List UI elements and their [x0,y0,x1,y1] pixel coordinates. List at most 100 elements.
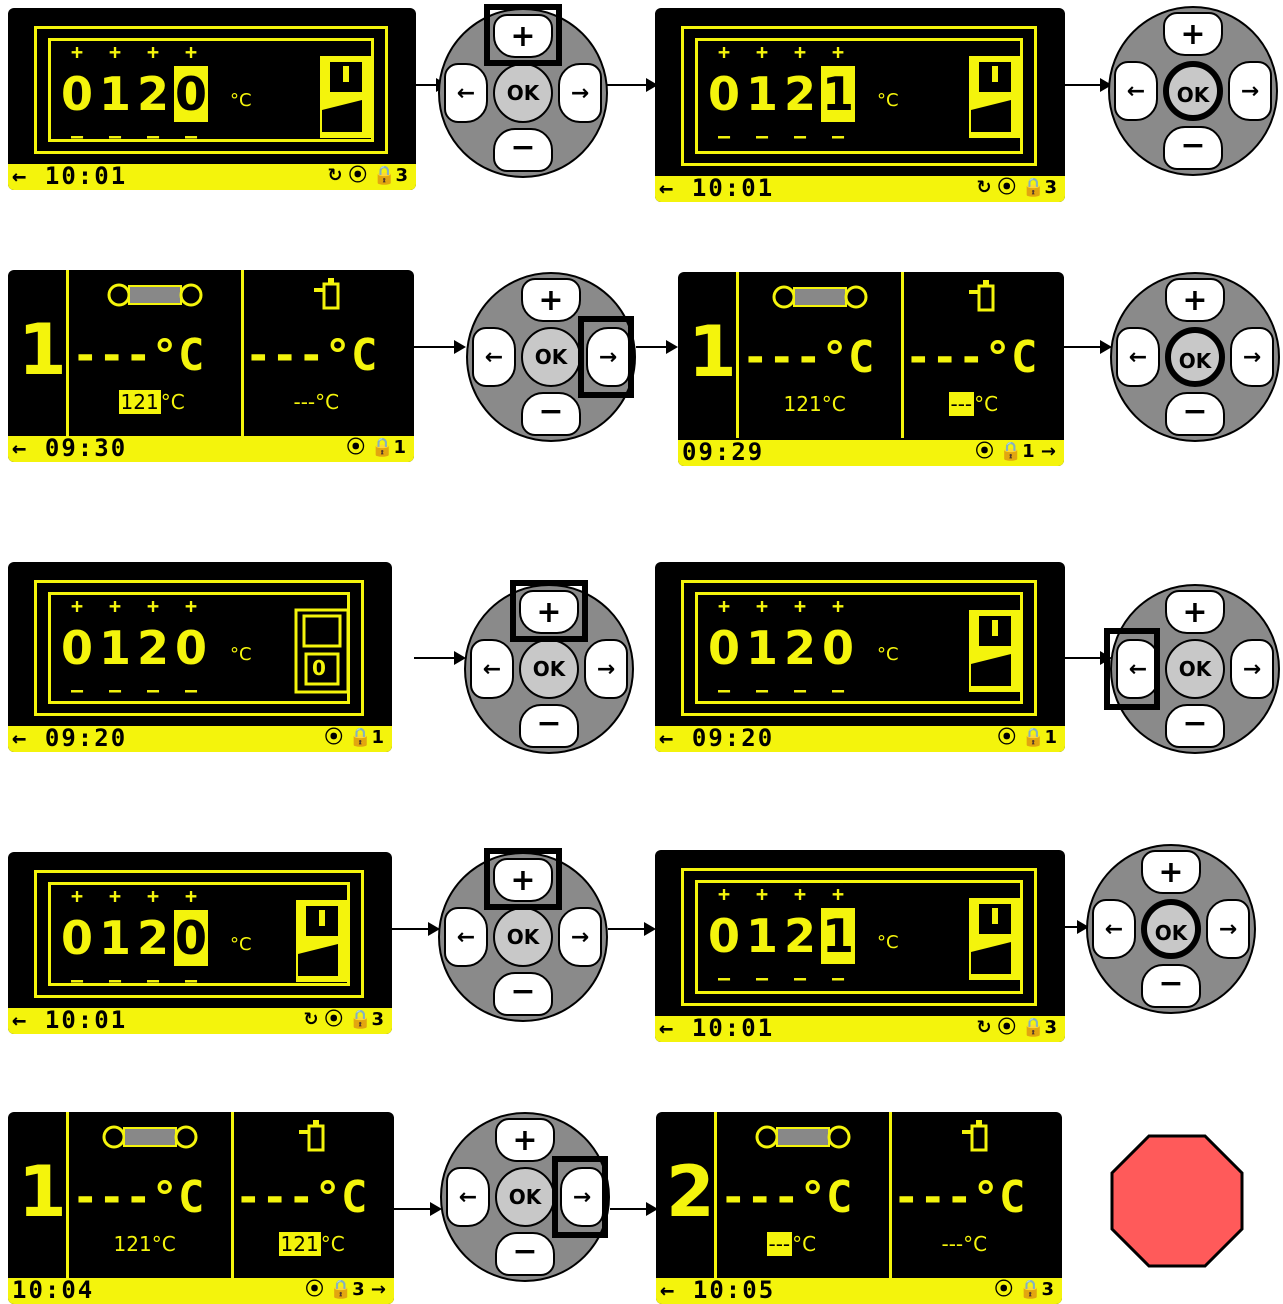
unit-label: °C [877,90,899,111]
plus-button[interactable]: + [1163,12,1223,56]
filter-icon [107,283,202,307]
ok-button[interactable]: OK [1141,899,1201,959]
ok-button[interactable]: OK [1163,61,1223,121]
minus-label: — [184,678,198,702]
ok-button[interactable]: OK [1165,327,1225,387]
keypad-r1a: + − ← → OK [438,4,608,178]
keypad-r2b: + − ← → OK [1110,272,1280,442]
doser-icon [961,1120,987,1152]
switch-icon [320,56,372,138]
digit: 0 [707,621,740,675]
digit: 0 [821,621,854,675]
divider [889,1112,892,1278]
digit: 1 [821,908,855,964]
minus-button[interactable]: − [1165,704,1225,748]
right-arrow-button[interactable]: → [1228,61,1272,121]
flow-arrow [1065,920,1089,934]
ok-button[interactable]: OK [493,63,553,123]
flow-arrow [414,340,466,354]
clock-text: 10:04 [12,1276,95,1304]
minus-label: — [831,966,845,990]
measured-temp-1: ---°C [742,332,875,383]
plus-button[interactable]: + [1165,278,1225,322]
digit: 1 [821,66,855,122]
status-bar: ← 09:20 ⦿ 🔒1 [8,725,392,752]
divider [901,272,904,438]
right-arrow-button[interactable]: → [584,639,628,699]
right-arrow-button[interactable]: → [558,907,602,967]
unit-label: °C [230,644,252,665]
setpoint-screen-r3a: +0— +1— +2— +0— °C 0 ← 09:20 ⦿ 🔒1 [8,562,392,752]
plus-label: + [755,40,769,64]
minus-label: — [70,968,84,992]
minus-button[interactable]: − [1165,392,1225,436]
plus-label: + [70,594,84,618]
plus-label: + [184,40,198,64]
digit: 1 [98,621,131,675]
flow-arrow [608,922,656,936]
plus-button[interactable]: + [1141,850,1201,894]
status-icons: ⦿ 🔒1 → [975,441,1056,462]
minus-label: — [108,678,122,702]
digit: 2 [136,911,169,965]
minus-label: — [793,966,807,990]
setpoint-unit: °C [315,390,340,414]
ok-button[interactable]: OK [521,327,581,387]
setpoint-1: 121°C [118,390,185,414]
minus-button[interactable]: − [495,1232,555,1276]
left-arrow-button[interactable]: ← [1114,61,1158,121]
right-arrow-button[interactable]: → [1206,899,1250,959]
plus-label: + [146,884,160,908]
left-arrow-button[interactable]: ← [446,1167,490,1227]
minus-label: — [146,124,160,148]
setpoint-2: ---°C [942,1232,988,1256]
setpoint-unit: °C [963,1232,988,1256]
minus-button[interactable]: − [493,128,553,172]
left-arrow-button[interactable]: ← [470,639,514,699]
left-arrow-button[interactable]: ← [444,907,488,967]
digit: 0 [174,66,208,122]
measured-temp-2: ---°C [245,330,378,381]
minus-button[interactable]: − [1141,964,1201,1008]
plus-label: + [831,594,845,618]
status-bar: ← 09:20 ⦿ 🔒1 [655,725,1065,752]
left-arrow-button[interactable]: ← [472,327,516,387]
minus-button[interactable]: − [493,972,553,1016]
ok-button[interactable]: OK [495,1167,555,1227]
minus-button[interactable]: − [519,704,579,748]
plus-button[interactable]: + [521,278,581,322]
ok-button[interactable]: OK [493,907,553,967]
status-icons: ⦿ 🔒1 [997,727,1057,748]
setpoint-screen-r4a: +0— +1— +2— +0— °C ← 10:01 ↻ ⦿ 🔒3 [8,852,392,1034]
plus-button[interactable]: + [1165,590,1225,634]
plus-label: + [184,594,198,618]
flow-arrow [610,1202,658,1216]
measured-temp-2: ---°C [235,1172,368,1223]
setpoint-unit: °C [821,392,846,416]
left-arrow-button[interactable]: ← [1092,899,1136,959]
setpoint-value: --- [948,392,975,416]
keypad-r5a: + − ← → OK [440,1112,610,1282]
right-arrow-button[interactable]: → [1230,639,1274,699]
plus-label: + [184,884,198,908]
right-arrow-button[interactable]: → [558,63,602,123]
left-arrow-button[interactable]: ← [444,63,488,123]
ok-button[interactable]: OK [519,639,579,699]
minus-button[interactable]: − [521,392,581,436]
minus-button[interactable]: − [1163,126,1223,170]
plus-label: + [755,882,769,906]
channel-number: 2 [666,1151,715,1233]
plus-button[interactable]: + [495,1118,555,1162]
ok-button[interactable]: OK [1165,639,1225,699]
status-screen-r2b: 1 ---°C ---°C 121°C --- °C 09:29 ⦿ 🔒1 → [678,272,1064,466]
right-arrow-button[interactable]: → [1230,327,1274,387]
plus-label: + [70,40,84,64]
clock-text: ← 10:05 [660,1276,776,1304]
status-bar: 09:29 ⦿ 🔒1 → [678,439,1064,466]
left-arrow-button[interactable]: ← [1116,327,1160,387]
channel-number: 1 [18,309,67,391]
channel-number: 1 [18,1151,67,1233]
setpoint-1: 121°C [114,1232,176,1256]
filter-icon [102,1125,197,1149]
status-icons: ⦿ 🔒1 [346,437,406,458]
